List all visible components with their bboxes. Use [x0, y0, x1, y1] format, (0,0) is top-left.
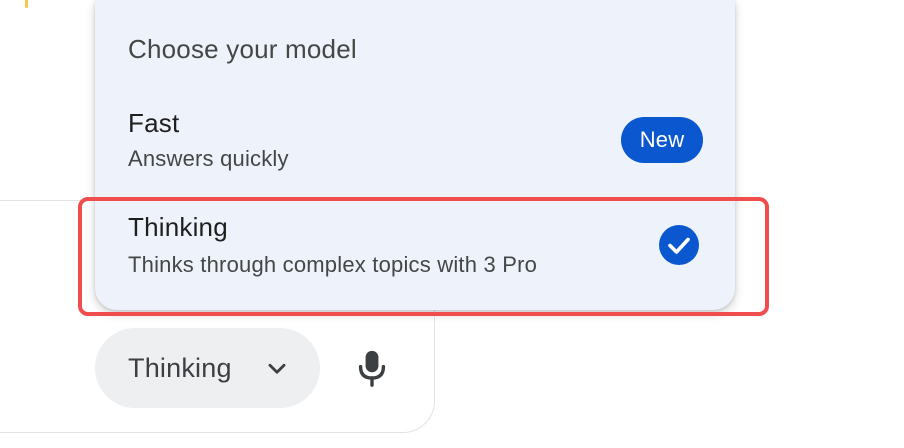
model-menu: Choose your model Fast Answers quickly N… [95, 0, 735, 310]
menu-heading: Choose your model [128, 34, 357, 64]
chevron-down-icon[interactable] [264, 356, 290, 382]
checkmark-icon [659, 225, 699, 265]
microphone-icon[interactable] [354, 348, 390, 388]
screen: Thinking Choose your model Fast Answers … [0, 0, 904, 448]
model-option-thinking[interactable]: Thinking Thinks through complex topics w… [95, 200, 735, 310]
option-description: Thinks through complex topics with 3 Pro [128, 252, 538, 277]
option-description: Answers quickly [128, 146, 289, 171]
model-selector-label: Thinking [128, 352, 232, 383]
new-badge: New [621, 117, 703, 163]
option-title: Fast [128, 108, 180, 138]
decorative-fragment [25, 0, 28, 8]
option-title: Thinking [128, 212, 228, 242]
model-option-fast[interactable]: Fast Answers quickly New [95, 98, 735, 198]
